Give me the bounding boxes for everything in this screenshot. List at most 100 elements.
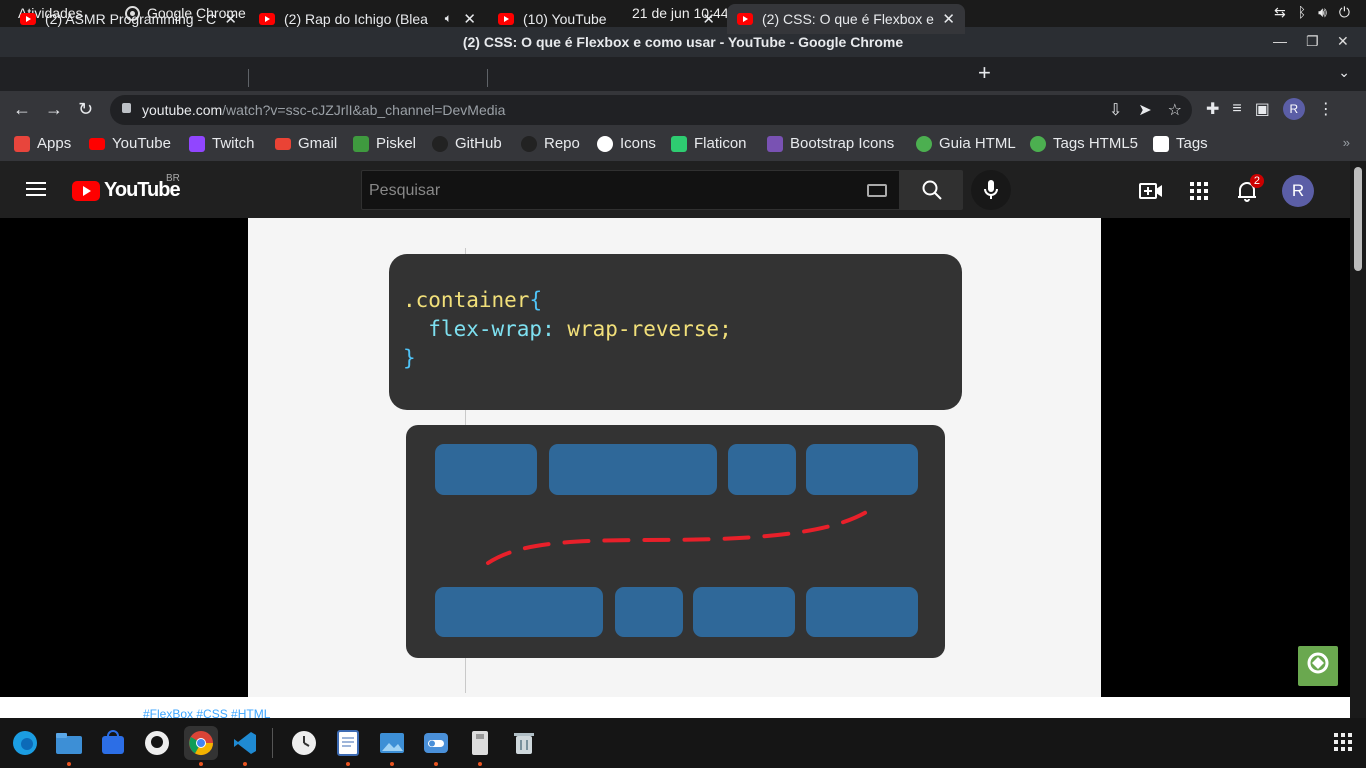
bookmark-label: Repo (544, 135, 580, 152)
bookmark-piskel[interactable]: Piskel (353, 135, 416, 152)
bookmark-label: GitHub (455, 135, 502, 152)
tab-divider (487, 69, 488, 87)
media-controls-icon[interactable]: ≡ (1232, 100, 1241, 118)
bookmark-icons[interactable]: Icons (597, 135, 656, 152)
more-bookmarks-icon[interactable]: » (1343, 135, 1350, 150)
tab-label: (10) YouTube (523, 11, 607, 27)
bookmark-tags-html5[interactable]: Tags HTML5 (1030, 135, 1138, 152)
voice-search-button[interactable] (971, 170, 1011, 210)
guide-menu-icon[interactable] (26, 182, 46, 196)
bookmark-star-icon[interactable]: ☆ (1168, 100, 1182, 120)
audio-playing-icon[interactable]: 🔈︎ (445, 11, 452, 26)
reload-icon[interactable]: ↻ (78, 99, 93, 120)
bookmark-gmail[interactable]: Gmail (275, 135, 337, 152)
tab-label: (2) Rap do Ichigo (Blea (284, 11, 428, 27)
lock-icon[interactable] (122, 103, 131, 113)
vscode-launcher[interactable] (228, 726, 262, 766)
url-path: /watch?v=ssc-cJZJrlI&ab_channel=DevMedia (222, 102, 506, 118)
bookmark-repo[interactable]: Repo (521, 135, 580, 152)
chrome-menu-icon[interactable]: ⋮ (1318, 99, 1334, 119)
files-launcher[interactable] (52, 726, 86, 766)
minimize-icon[interactable]: — (1273, 33, 1287, 49)
close-window-icon[interactable]: ✕ (1337, 33, 1349, 50)
github-desktop-launcher[interactable] (140, 726, 174, 760)
wrap-direction-arrow (486, 509, 870, 565)
bookmark-tags[interactable]: Tags (1153, 135, 1208, 152)
chrome-launcher[interactable] (184, 726, 218, 766)
image-viewer-launcher[interactable] (375, 726, 409, 766)
github-icon (145, 731, 169, 755)
tab-css-flexbox[interactable]: (2) CSS: O que é Flexbox e ✕ (727, 4, 965, 34)
notification-badge: 2 (1249, 174, 1264, 188)
system-tray[interactable]: ⇆ ᛒ 🔊︎ ⏻ (1274, 4, 1350, 21)
extensions-icon[interactable]: ✚ (1206, 99, 1219, 119)
back-icon[interactable]: ← (13, 99, 31, 120)
install-app-icon[interactable]: ⇩ (1109, 100, 1122, 120)
show-applications-icon[interactable] (1334, 733, 1352, 751)
youtube-favicon-icon (20, 13, 36, 25)
side-panel-icon[interactable]: ▣ (1255, 99, 1270, 119)
apps-grid-icon (14, 135, 30, 152)
close-tab-icon[interactable]: ✕ (702, 10, 715, 28)
close-tab-icon[interactable]: ✕ (942, 10, 955, 28)
close-tab-icon[interactable]: ✕ (463, 10, 476, 28)
devmedia-logo-icon (1307, 652, 1329, 674)
settings-launcher[interactable] (419, 726, 453, 766)
keyboard-icon[interactable] (867, 184, 887, 197)
software-store-launcher[interactable] (96, 726, 130, 760)
bookmark-youtube[interactable]: YouTube (89, 135, 171, 152)
bookmark-guia-html[interactable]: Guia HTML (916, 135, 1016, 152)
search-button[interactable] (900, 170, 963, 210)
wikipedia-icon (1153, 135, 1169, 152)
bookmark-label: Icons (620, 135, 656, 152)
tab-search-icon[interactable]: ⌄ (1338, 64, 1350, 81)
tab-youtube-home[interactable]: (10) YouTube ✕ (478, 4, 725, 34)
text-editor-launcher[interactable] (331, 726, 365, 766)
tab-rap-do-ichigo[interactable]: (2) Rap do Ichigo (Blea 🔈︎ ✕ (239, 4, 486, 34)
youtube-logo[interactable]: YouTube BR (72, 173, 181, 202)
forward-icon[interactable]: → (45, 99, 63, 120)
github-icon (521, 135, 537, 152)
page-scrollbar[interactable] (1350, 161, 1366, 718)
bookmark-apps[interactable]: Apps (14, 135, 71, 152)
address-bar[interactable]: youtube.com/watch?v=ssc-cJZJrlI&ab_chann… (110, 95, 1192, 125)
toggle-settings-icon (424, 733, 448, 753)
bookmarks-bar: Apps YouTube Twitch Gmail Piskel GitHub … (0, 129, 1366, 161)
folder-icon (56, 733, 82, 754)
close-tab-icon[interactable]: ✕ (224, 10, 237, 28)
new-tab-icon[interactable]: + (978, 60, 991, 86)
bookmark-twitch[interactable]: Twitch (189, 135, 255, 152)
bookmark-label: Guia HTML (939, 135, 1016, 152)
masthead-actions: 2 R (1138, 174, 1314, 207)
volume-icon: 🔊︎ (1318, 4, 1327, 20)
channel-watermark[interactable] (1298, 646, 1338, 686)
url-text[interactable]: youtube.com/watch?v=ssc-cJZJrlI&ab_chann… (142, 102, 505, 118)
chrome-icon (189, 731, 213, 756)
scrollbar-thumb[interactable] (1354, 167, 1362, 271)
edge-icon (13, 731, 37, 755)
create-video-icon[interactable] (1138, 178, 1164, 204)
clocks-launcher[interactable] (287, 726, 321, 760)
bookmark-label: Gmail (298, 135, 338, 152)
usb-drive-launcher[interactable] (463, 726, 497, 766)
twitch-icon (189, 135, 205, 152)
edge-browser-launcher[interactable] (8, 726, 42, 760)
apps-grid-icon[interactable] (1186, 178, 1212, 204)
account-avatar[interactable]: R (1282, 175, 1314, 207)
profile-avatar[interactable]: R (1282, 98, 1305, 120)
bookmark-bootstrap-icons[interactable]: Bootstrap Icons (767, 135, 894, 152)
send-to-device-icon[interactable]: ➤ (1138, 100, 1151, 120)
youtube-icon (89, 137, 105, 150)
search-placeholder: Pesquisar (369, 182, 441, 199)
bookmark-flaticon[interactable]: Flaticon (671, 135, 747, 152)
github-icon (432, 135, 448, 152)
search-input[interactable]: Pesquisar (361, 170, 900, 210)
tab-asmr-programming[interactable]: (2) ASMR Programming - C ✕ (0, 4, 247, 34)
toolbar-actions: ✚ ≡ ▣ R ⋮ (1206, 98, 1334, 120)
trash-launcher[interactable] (507, 726, 541, 760)
video-player[interactable]: .container{ flex-wrap: wrap-reverse; } (0, 218, 1350, 697)
bookmark-label: YouTube (112, 135, 171, 152)
notifications-bell-icon[interactable]: 2 (1234, 174, 1264, 204)
restore-icon[interactable]: ❐ (1306, 33, 1319, 50)
bookmark-github[interactable]: GitHub (432, 135, 502, 152)
